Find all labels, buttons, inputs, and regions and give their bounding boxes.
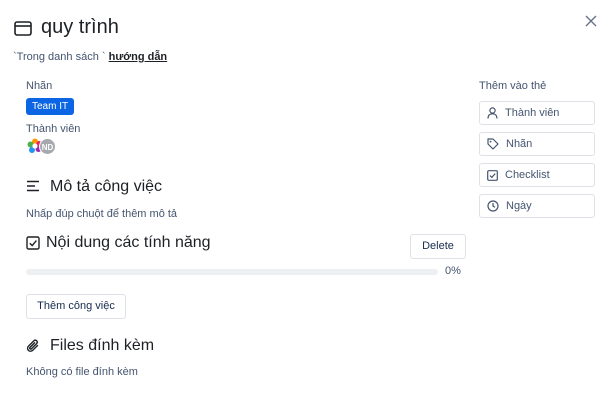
member-avatars: ND — [27, 138, 61, 156]
person-icon — [487, 107, 498, 119]
list-name-link[interactable]: hướng dẫn — [109, 51, 168, 63]
avatar-initials[interactable]: ND — [39, 138, 56, 155]
card-icon — [14, 21, 32, 36]
sidebar-button-dates[interactable]: Ngày — [479, 194, 595, 218]
paperclip-icon — [26, 338, 40, 354]
attachments-empty-text: Không có file đính kèm — [26, 366, 138, 378]
close-icon[interactable] — [584, 14, 598, 28]
label-chip[interactable]: Team IT — [26, 98, 75, 115]
sidebar-button-checklist[interactable]: Checklist — [479, 163, 595, 187]
checklist-heading: Nội dung các tính năng — [46, 234, 211, 251]
members-heading: Thành viên — [26, 123, 81, 135]
labels-heading: Nhãn — [26, 80, 53, 92]
list-prefix: `Trong danh sách ` — [13, 51, 109, 63]
description-placeholder[interactable]: Nhấp đúp chuột để thêm mô tả — [26, 208, 177, 220]
sidebar-button-label: Ngày — [506, 200, 532, 212]
sidebar-button-label: Checklist — [505, 169, 550, 181]
delete-checklist-button[interactable]: Delete — [410, 234, 466, 259]
description-heading: Mô tả công việc — [50, 178, 163, 195]
checklist-progress-bar — [26, 269, 438, 275]
checklist-progress-label: 0% — [445, 265, 461, 277]
list-breadcrumb: `Trong danh sách ` hướng dẫn — [13, 51, 167, 63]
sidebar-button-labels[interactable]: Nhãn — [479, 132, 595, 156]
description-icon — [26, 180, 40, 192]
tag-icon — [487, 138, 499, 150]
sidebar-button-members[interactable]: Thành viên — [479, 101, 595, 125]
clock-icon — [487, 200, 499, 212]
sidebar-button-label: Nhãn — [506, 138, 533, 150]
card-title[interactable]: quy trình — [41, 16, 119, 39]
checklist-icon — [26, 236, 40, 250]
attachments-heading: Files đính kèm — [50, 337, 155, 354]
add-checklist-item-button[interactable]: Thêm công việc — [26, 294, 126, 319]
add-to-card-heading: Thêm vào thẻ — [479, 80, 547, 92]
checkbox-icon — [487, 169, 498, 181]
sidebar-button-label: Thành viên — [505, 107, 560, 119]
